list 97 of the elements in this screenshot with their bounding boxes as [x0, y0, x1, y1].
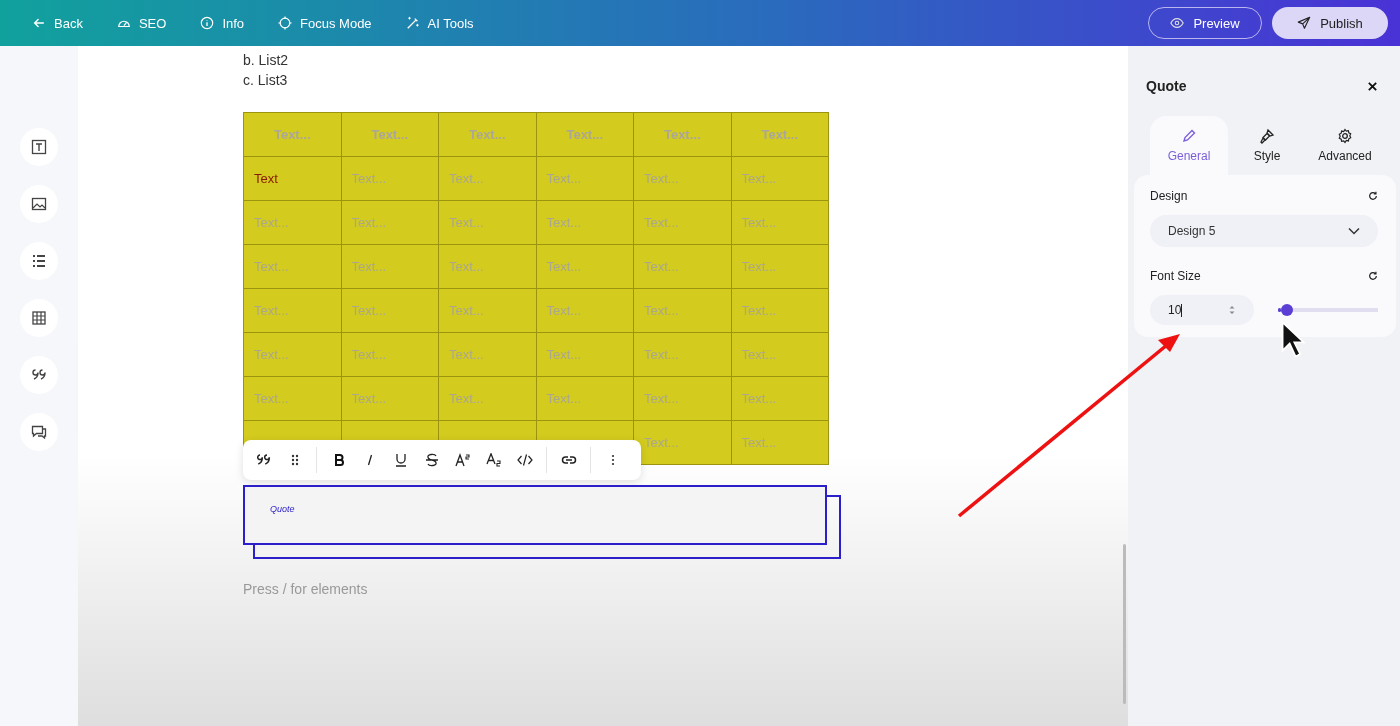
quote-block[interactable]: Quote [243, 485, 827, 545]
paper-plane-icon [1297, 16, 1312, 30]
table-cell: Text... [341, 288, 439, 333]
superscript-icon [454, 453, 471, 467]
more-icon [610, 454, 615, 466]
subscript-icon [485, 453, 502, 467]
table-cell: Text... [243, 244, 341, 289]
table-cell: Text... [438, 156, 536, 201]
table-cell: Text... [341, 244, 439, 289]
link-icon [560, 455, 577, 465]
table-cell: Text... [438, 200, 536, 245]
quote-icon [255, 453, 272, 467]
panel-tab[interactable]: Style [1228, 116, 1306, 175]
table-cell: Text... [731, 244, 829, 289]
table-cell: Text... [633, 200, 731, 245]
design-dropdown[interactable]: Design 5 [1150, 215, 1378, 247]
list-item-text: b. List2 [243, 51, 290, 70]
list-icon [31, 253, 47, 269]
brush-icon [1259, 128, 1275, 144]
table-cell: Text... [731, 420, 829, 465]
table-cell: Text... [341, 156, 439, 201]
panel-tab[interactable]: General [1150, 116, 1228, 175]
design-label: Design [1150, 189, 1188, 203]
reset-icon[interactable] [1368, 271, 1378, 281]
gear-icon [1337, 128, 1353, 144]
nav-button[interactable]: SEO [104, 11, 179, 35]
table-cell: Text... [633, 332, 731, 377]
table-cell: Text... [731, 332, 829, 377]
quote-text: Quote [269, 503, 296, 514]
tool-button[interactable] [20, 413, 58, 451]
underline-icon [394, 453, 407, 467]
table-cell: Text... [536, 332, 634, 377]
panel-title: Quote [1146, 78, 1187, 94]
table-cell: Text... [633, 376, 731, 421]
table-cell: Text... [731, 200, 829, 245]
header-cell: Text... [341, 112, 439, 157]
table-cell: Text... [341, 332, 439, 377]
code-icon [516, 453, 533, 467]
table-cell: Text... [536, 200, 634, 245]
tool-button[interactable] [20, 356, 58, 394]
table-cell: Text... [536, 376, 634, 421]
table-cell: Text... [438, 288, 536, 333]
table-cell: Text... [536, 288, 634, 333]
font-size-label: Font Size [1150, 269, 1201, 283]
table-cell: Text [243, 156, 341, 201]
stepper-icon [1228, 304, 1236, 316]
table-cell: Text... [731, 156, 829, 201]
table-cell: Text... [438, 332, 536, 377]
header-cell: Text... [536, 112, 634, 157]
list-item-text: c. List3 [243, 71, 289, 90]
table-cell: Text... [243, 288, 341, 333]
header-cell: Text... [633, 112, 731, 157]
italic-icon [365, 454, 374, 466]
tool-button[interactable] [20, 185, 58, 223]
table-cell: Text... [243, 376, 341, 421]
table-cell: Text... [633, 288, 731, 333]
table-icon [31, 310, 47, 326]
chevron-down-icon [1348, 227, 1360, 235]
publish-button[interactable]: Publish [1272, 7, 1388, 39]
table-cell: Text... [341, 200, 439, 245]
chat-bubbles-icon [31, 424, 47, 440]
table-cell: Text... [438, 244, 536, 289]
back-arrow-icon [32, 16, 46, 30]
header-cell: Text... [731, 112, 829, 157]
eye-icon [1170, 16, 1185, 30]
header-cell: Text... [243, 112, 341, 157]
text-box-icon [31, 139, 47, 155]
table-cell: Text... [536, 156, 634, 201]
header-cell: Text... [438, 112, 536, 157]
tool-button[interactable] [20, 299, 58, 337]
table-cell: Text... [731, 288, 829, 333]
scrollbar[interactable] [1123, 544, 1126, 704]
strikethrough-icon [424, 453, 439, 467]
table-cell: Text... [243, 332, 341, 377]
bold-icon [333, 454, 344, 466]
table-cell: Text... [243, 200, 341, 245]
tool-button[interactable] [20, 128, 58, 166]
table-cell: Text... [633, 244, 731, 289]
close-icon[interactable] [1367, 80, 1378, 92]
table-cell: Text... [341, 376, 439, 421]
image-icon [31, 196, 47, 212]
tool-button[interactable] [20, 242, 58, 280]
nav-button[interactable]: Info [188, 11, 257, 35]
font-size-input[interactable]: 10 [1150, 295, 1254, 325]
pencil-icon [1181, 128, 1197, 144]
table-cell: Text... [633, 156, 731, 201]
info-icon [200, 16, 215, 30]
nav-button[interactable]: Focus Mode [266, 11, 384, 35]
table-cell: Text... [438, 376, 536, 421]
drag-handle-icon [290, 454, 299, 466]
magic-wand-icon [405, 16, 420, 30]
panel-tab[interactable]: Advanced [1306, 116, 1384, 175]
table-cell: Text... [731, 376, 829, 421]
reset-icon[interactable] [1368, 191, 1378, 201]
table-cell: Text... [536, 244, 634, 289]
nav-button[interactable]: AI Tools [393, 11, 486, 35]
crosshair-icon [278, 16, 293, 30]
